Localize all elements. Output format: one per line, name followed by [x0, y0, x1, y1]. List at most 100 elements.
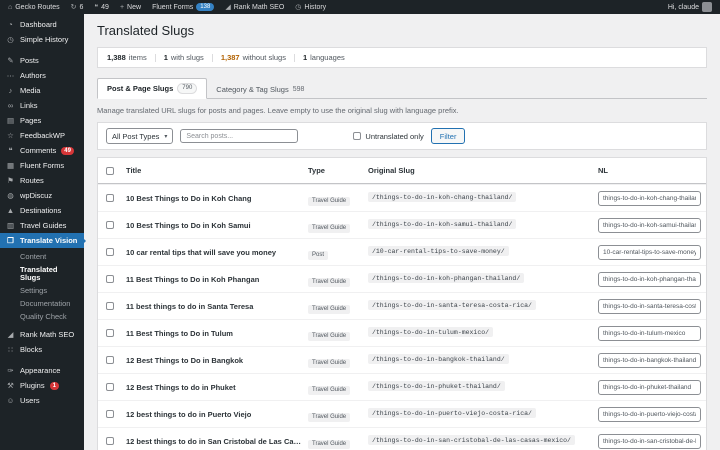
select-all-checkbox[interactable]	[106, 166, 114, 175]
untranslated-only-checkbox[interactable]	[353, 132, 362, 140]
sidebar-item-plugins[interactable]: ⚒ Plugins 1	[0, 378, 84, 393]
filter-bar: All Post Types ▾ Untranslated only Filte…	[97, 122, 707, 150]
tab-bar: Post & Page Slugs 790 Category & Tag Slu…	[97, 78, 707, 99]
translate-vision-submenu: Content Translated Slugs Settings Docume…	[0, 248, 84, 327]
nl-slug-input[interactable]	[598, 244, 701, 260]
row-title-link[interactable]: 11 best things to do in Santa Teresa	[126, 302, 308, 311]
forms-icon: ▦	[6, 160, 15, 170]
sidebar-item-label: Posts	[20, 55, 39, 65]
table-row: 10 car rental tips that will save you mo…	[98, 238, 706, 265]
sidebar-item-blocks[interactable]: ∷ Blocks	[0, 342, 84, 357]
row-title-link[interactable]: 12 Best Things to Do in Bangkok	[126, 356, 308, 365]
nl-slug-input[interactable]	[598, 271, 701, 287]
new-content-link[interactable]: + New	[120, 4, 141, 11]
sidebar-item-label: Links	[20, 100, 38, 110]
sidebar-item-pages[interactable]: ▤ Pages	[0, 113, 84, 128]
stat-without-slugs: 1,387 without slugs	[221, 53, 286, 62]
row-checkbox[interactable]	[106, 248, 114, 256]
stat-divider	[293, 53, 295, 62]
submenu-item-settings[interactable]: Settings	[0, 284, 84, 297]
row-title-link[interactable]: 10 Best Things to Do in Koh Samui	[126, 221, 308, 230]
sidebar-item-routes[interactable]: ⚑ Routes	[0, 173, 84, 188]
row-checkbox[interactable]	[106, 194, 114, 202]
row-checkbox[interactable]	[106, 356, 114, 364]
nl-slug-input[interactable]	[598, 217, 701, 233]
appearance-icon: ✑	[7, 365, 14, 375]
sidebar-item-media[interactable]: ♪ Media	[0, 83, 84, 98]
media-icon: ♪	[8, 85, 13, 95]
row-checkbox[interactable]	[106, 410, 114, 418]
row-checkbox[interactable]	[106, 329, 114, 337]
row-checkbox[interactable]	[106, 383, 114, 391]
nl-slug-input[interactable]	[598, 190, 701, 206]
submenu-item-quality-check[interactable]: Quality Check	[0, 310, 84, 323]
tab-category-tag-slugs[interactable]: Category & Tag Slugs 598	[207, 81, 313, 98]
admin-bar-right: Hi, claude	[668, 2, 712, 12]
nl-slug-input[interactable]	[598, 352, 701, 368]
tab-post-page-slugs[interactable]: Post & Page Slugs 790	[97, 78, 208, 99]
history-link[interactable]: ◷ History	[295, 3, 327, 12]
sidebar-item-links[interactable]: ∞ Links	[0, 98, 84, 113]
original-slug: /things-to-do-in-koh-chang-thailand/	[368, 192, 517, 202]
sidebar-item-label: Routes	[20, 175, 44, 185]
nl-slug-input[interactable]	[598, 298, 701, 314]
stat-without-count: 1,387	[220, 53, 240, 62]
sidebar-item-travel-guides[interactable]: ▥ Travel Guides	[0, 218, 84, 233]
column-header-type: Type	[308, 166, 325, 175]
submenu-item-content[interactable]: Content	[0, 250, 84, 263]
submenu-item-documentation[interactable]: Documentation	[0, 297, 84, 310]
sidebar-item-posts[interactable]: ✎ Posts	[0, 53, 84, 68]
row-title-link[interactable]: 12 best things to do in San Cristobal de…	[126, 437, 308, 446]
untranslated-only-toggle[interactable]: Untranslated only	[353, 132, 424, 141]
row-title-link[interactable]: 12 Best Things to do in Phuket	[126, 383, 308, 392]
site-name-link[interactable]: ⌂ Gecko Routes	[8, 4, 60, 11]
nl-slug-input[interactable]	[598, 325, 701, 341]
sidebar-item-authors[interactable]: ⋯ Authors	[0, 68, 84, 83]
original-slug: /things-to-do-in-koh-phangan-thailand/	[368, 273, 525, 283]
post-type-select[interactable]: All Post Types ▾	[106, 128, 174, 144]
history-label: History	[304, 3, 327, 11]
original-slug: /things-to-do-in-bangkok-thailand/	[368, 354, 509, 364]
search-input[interactable]	[180, 129, 299, 143]
sidebar-item-appearance[interactable]: ✑ Appearance	[0, 363, 84, 378]
account-menu[interactable]: Hi, claude	[668, 2, 712, 12]
sidebar-item-users[interactable]: ☺ Users	[0, 393, 84, 408]
nl-slug-input[interactable]	[598, 379, 701, 395]
sidebar-item-feedbackwp[interactable]: ☆ FeedbackWP	[0, 128, 84, 143]
comments-link[interactable]: ❝ 49	[94, 3, 109, 12]
row-title-link[interactable]: 10 Best Things to Do in Koh Chang	[126, 194, 308, 203]
stat-items-label: items	[128, 53, 147, 62]
fluent-forms-link[interactable]: Fluent Forms 138	[152, 3, 215, 11]
original-slug: /10-car-rental-tips-to-save-money/	[368, 246, 509, 256]
row-checkbox[interactable]	[106, 275, 114, 283]
plugins-count-badge: 1	[49, 381, 59, 390]
sidebar-item-wpdiscuz[interactable]: ◍ wpDiscuz	[0, 188, 84, 203]
sidebar-item-translate-vision[interactable]: ❐ Translate Vision	[0, 233, 86, 248]
avatar	[702, 2, 712, 12]
table-row: 12 best things to do in San Cristobal de…	[98, 427, 706, 450]
sidebar-item-dashboard[interactable]: ◔ Dashboard	[0, 17, 84, 32]
history-icon: ◷	[7, 34, 14, 44]
row-title-link[interactable]: 10 car rental tips that will save you mo…	[126, 248, 308, 257]
row-checkbox[interactable]	[106, 221, 114, 229]
submenu-item-translated-slugs[interactable]: Translated Slugs	[0, 263, 84, 284]
nl-slug-input[interactable]	[598, 406, 701, 422]
row-title-link[interactable]: 12 best things to do in Puerto Viejo	[126, 410, 308, 419]
sidebar-item-simple-history[interactable]: ◷ Simple History	[0, 32, 84, 47]
sidebar-item-rank-math-seo[interactable]: ◢ Rank Math SEO	[0, 327, 84, 342]
sidebar-item-comments[interactable]: ❝ Comments 49	[0, 143, 84, 158]
updates-link[interactable]: ↻ 6	[71, 3, 84, 12]
row-checkbox[interactable]	[106, 302, 114, 310]
routes-icon: ⚑	[7, 175, 14, 185]
row-checkbox[interactable]	[106, 437, 114, 445]
nl-slug-input[interactable]	[598, 433, 701, 449]
row-title-link[interactable]: 11 Best Things to Do in Tulum	[126, 329, 308, 338]
rank-math-link[interactable]: ◢ Rank Math SEO	[225, 3, 284, 12]
admin-bar-left: ⌂ Gecko Routes ↻ 6 ❝ 49 + New Fluent For…	[8, 3, 326, 11]
row-title-link[interactable]: 11 Best Things to Do in Koh Phangan	[126, 275, 308, 284]
sidebar-item-fluent-forms[interactable]: ▦ Fluent Forms	[0, 158, 84, 173]
sidebar-item-label: Appearance	[20, 365, 61, 375]
chevron-down-icon: ▾	[164, 133, 168, 140]
filter-button[interactable]: Filter	[430, 128, 466, 144]
sidebar-item-destinations[interactable]: ▲ Destinations	[0, 203, 84, 218]
